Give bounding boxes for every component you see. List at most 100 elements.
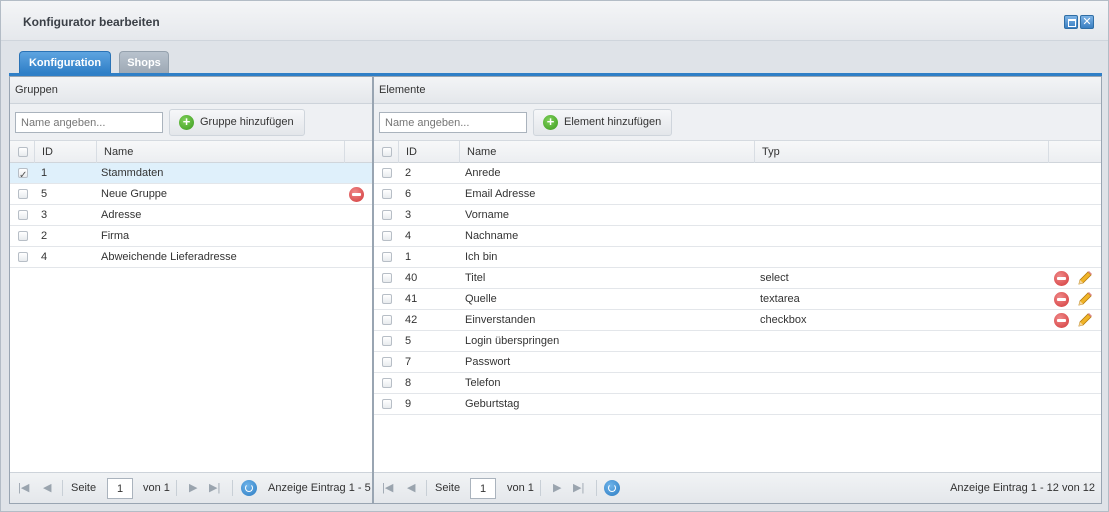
row-id: 2 (405, 167, 412, 179)
select-all-checkbox[interactable] (18, 147, 28, 157)
row-checkbox[interactable] (18, 189, 28, 199)
delete-icon[interactable] (1054, 292, 1069, 307)
tab-shops[interactable]: Shops (119, 51, 169, 73)
table-row[interactable]: 8 Telefon (374, 373, 1101, 394)
row-checkbox[interactable] (382, 399, 392, 409)
row-checkbox[interactable] (18, 231, 28, 241)
window-titlebar: Konfigurator bearbeiten ✕ (1, 1, 1108, 41)
groups-header: Gruppen (10, 77, 372, 104)
first-page-icon[interactable]: |◀ (18, 480, 29, 496)
row-checkbox[interactable] (382, 189, 392, 199)
column-id[interactable]: ID (34, 141, 96, 163)
add-group-button[interactable]: + Gruppe hinzufügen (169, 109, 305, 136)
edit-icon[interactable] (1076, 290, 1094, 308)
table-row[interactable]: 7 Passwort (374, 352, 1101, 373)
row-checkbox[interactable] (382, 357, 392, 367)
column-id[interactable]: ID (398, 141, 459, 163)
table-row[interactable]: 1 Stammdaten (10, 163, 372, 186)
row-checkbox[interactable] (18, 252, 28, 262)
table-row[interactable]: 5 Login überspringen (374, 331, 1101, 352)
refresh-icon[interactable] (241, 480, 257, 496)
table-row[interactable]: 40 Titel select (374, 268, 1101, 289)
edit-icon[interactable] (1076, 269, 1094, 287)
window-title: Konfigurator bearbeiten (23, 15, 160, 29)
row-id: 3 (41, 209, 48, 221)
table-row[interactable]: 4 Nachname (374, 226, 1101, 247)
row-name: Firma (101, 230, 130, 242)
row-id: 3 (405, 209, 412, 221)
delete-icon[interactable] (1054, 271, 1069, 286)
elements-search-input[interactable] (379, 112, 527, 133)
close-icon[interactable]: ✕ (1080, 15, 1094, 29)
table-row[interactable]: 3 Vorname (374, 205, 1101, 226)
table-row[interactable]: 2 Anrede (374, 163, 1101, 184)
table-row[interactable]: 2 Firma (10, 226, 372, 247)
first-page-icon[interactable]: |◀ (382, 480, 393, 496)
page-input[interactable] (470, 478, 496, 499)
elements-rows: 2 Anrede 6 Email Adresse 3 Vorname 4 Nachname 1 I… (374, 163, 1101, 415)
table-row[interactable]: 41 Quelle textarea (374, 289, 1101, 310)
edit-icon[interactable] (1076, 311, 1094, 329)
table-row[interactable]: 42 Einverstanden checkbox (374, 310, 1101, 331)
row-checkbox[interactable] (382, 273, 392, 283)
row-id: 42 (405, 314, 418, 326)
column-type[interactable]: Typ (754, 141, 1048, 163)
elements-toolbar: + Element hinzufügen (374, 104, 1101, 141)
add-element-button[interactable]: + Element hinzufügen (533, 109, 673, 136)
groups-search-input[interactable] (15, 112, 163, 133)
row-id: 5 (405, 335, 412, 347)
page-label: Seite (435, 482, 461, 494)
row-checkbox[interactable] (382, 294, 392, 304)
table-row[interactable]: 5 Neue Gruppe (10, 184, 372, 205)
table-row[interactable]: 9 Geburtstag (374, 394, 1101, 415)
table-row[interactable]: 3 Adresse (10, 205, 372, 226)
page-label: Seite (71, 482, 97, 494)
prev-page-icon[interactable]: ◀ (43, 480, 51, 496)
groups-toolbar: + Gruppe hinzufügen (10, 104, 372, 141)
row-checkbox[interactable] (382, 210, 392, 220)
row-id: 4 (41, 251, 48, 263)
table-row[interactable]: 1 Ich bin (374, 247, 1101, 268)
row-checkbox[interactable] (382, 336, 392, 346)
row-checkbox[interactable] (18, 210, 28, 220)
tab-bar: Konfiguration Shops (9, 41, 1102, 76)
refresh-icon[interactable] (604, 480, 620, 496)
row-name: Telefon (465, 377, 501, 389)
row-checkbox[interactable] (382, 252, 392, 262)
page-input[interactable] (107, 478, 133, 499)
page-of-label: von 1 (507, 482, 534, 494)
row-name: Titel (465, 272, 486, 284)
elements-pager: |◀ ◀ Seite von 1 ▶ ▶| Anzeige Eintrag 1 … (374, 472, 1101, 503)
pager-separator (232, 480, 233, 496)
next-page-icon[interactable]: ▶ (189, 480, 197, 496)
prev-page-icon[interactable]: ◀ (407, 480, 415, 496)
last-page-icon[interactable]: ▶| (573, 480, 584, 496)
column-actions (344, 141, 372, 163)
delete-icon[interactable] (349, 187, 364, 202)
row-name: Geburtstag (465, 398, 520, 410)
row-checkbox[interactable] (382, 378, 392, 388)
delete-icon[interactable] (1054, 313, 1069, 328)
row-name: Nachname (465, 230, 519, 242)
column-name[interactable]: Name (459, 141, 754, 163)
add-icon: + (179, 115, 194, 130)
row-name: Vorname (465, 209, 510, 221)
last-page-icon[interactable]: ▶| (209, 480, 220, 496)
select-all-checkbox[interactable] (382, 147, 392, 157)
row-id: 41 (405, 293, 418, 305)
pager-separator (596, 480, 597, 496)
table-row[interactable]: 4 Abweichende Lieferadresse (10, 247, 372, 268)
column-name[interactable]: Name (96, 141, 344, 163)
row-checkbox[interactable] (382, 231, 392, 241)
row-id: 4 (405, 230, 412, 242)
pager-info: Anzeige Eintrag 1 - 12 von 12 (950, 482, 1095, 494)
next-page-icon[interactable]: ▶ (553, 480, 561, 496)
row-checkbox[interactable] (18, 166, 28, 186)
table-row[interactable]: 6 Email Adresse (374, 184, 1101, 205)
row-id: 1 (41, 167, 48, 179)
row-checkbox[interactable] (382, 315, 392, 325)
row-name: Adresse (101, 209, 142, 221)
row-checkbox[interactable] (382, 168, 392, 178)
maximize-icon[interactable] (1064, 15, 1078, 29)
tab-konfiguration[interactable]: Konfiguration (19, 51, 111, 73)
